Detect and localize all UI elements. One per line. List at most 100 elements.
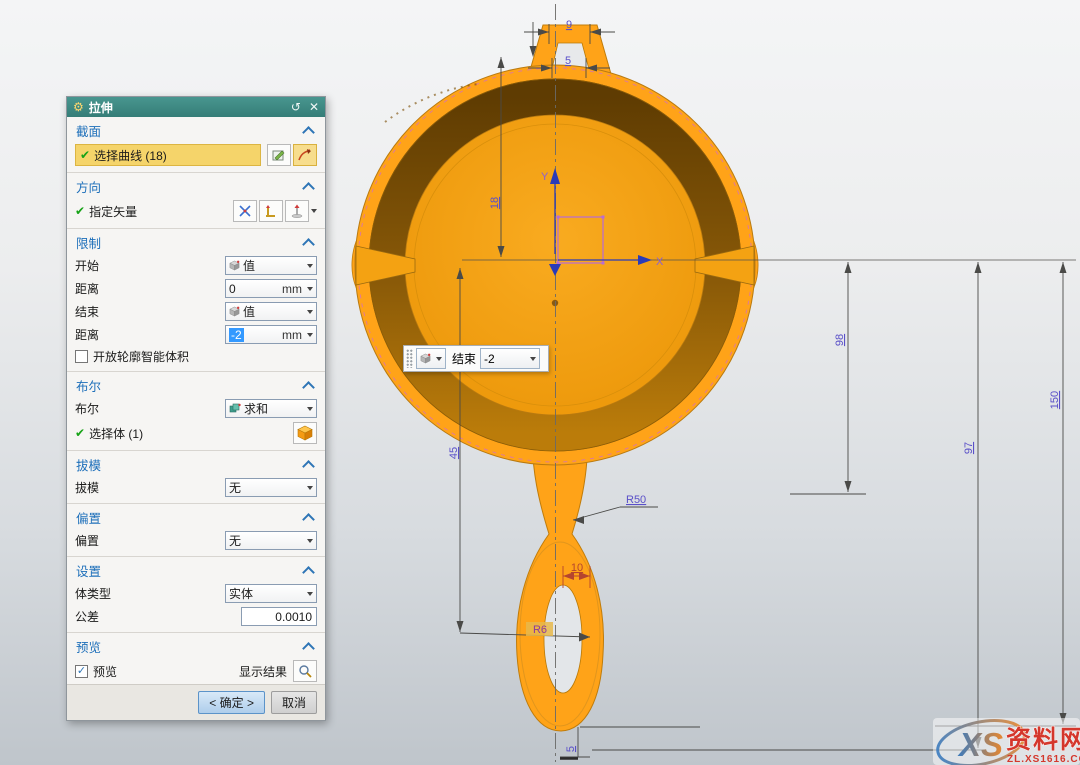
tolerance-value: 0.0010 <box>275 610 312 624</box>
section-header-preview[interactable]: 预览 <box>67 633 325 658</box>
dim-label-97: 97 <box>963 442 975 454</box>
onscreen-mini-toolbar[interactable]: 结束 -2 <box>403 345 549 372</box>
cancel-button[interactable]: 取消 <box>271 691 317 714</box>
select-body-button[interactable] <box>293 422 317 444</box>
cancel-button-label: 取消 <box>282 694 306 711</box>
watermark: XS 资料网 ZL.XS1616.COM <box>933 713 1080 765</box>
preview-label: 预览 <box>93 663 239 680</box>
caret-down-icon <box>307 287 313 291</box>
specify-vector-label: 指定矢量 <box>89 203 231 220</box>
draft-value: 无 <box>229 479 305 496</box>
mini-end-value-dropdown[interactable]: -2 <box>480 348 540 369</box>
caret-down-icon <box>530 357 536 361</box>
section-header-boolean[interactable]: 布尔 <box>67 372 325 397</box>
section-header-settings[interactable]: 设置 <box>67 557 325 582</box>
preview-checkbox[interactable]: ✓ <box>75 665 88 678</box>
section-header-direction[interactable]: 方向 <box>67 173 325 198</box>
tolerance-input[interactable]: 0.0010 <box>241 607 317 626</box>
value-cube-icon <box>420 353 431 364</box>
end-distance-label: 距离 <box>75 326 225 343</box>
pan-handle-hole <box>544 585 582 693</box>
start-distance-input[interactable]: 0 mm <box>225 279 317 298</box>
curve-rule-icon <box>298 148 312 162</box>
y-axis-label: Y <box>541 171 549 183</box>
chevron-up-icon[interactable] <box>302 238 315 251</box>
dim-label-5-bottom: 5 <box>565 746 577 752</box>
chevron-up-icon[interactable] <box>302 460 315 473</box>
dim-label-r6: R6 <box>533 624 547 636</box>
chevron-up-icon[interactable] <box>302 381 315 394</box>
direction-header-label: 方向 <box>76 177 304 196</box>
sketch-icon <box>272 148 286 162</box>
caret-down-icon <box>436 357 442 361</box>
chevron-up-icon[interactable] <box>302 642 315 655</box>
draft-header-label: 拔模 <box>76 455 304 474</box>
dialog-titlebar[interactable]: ⚙ 拉伸 ↺ ✕ <box>67 97 325 117</box>
check-icon: ✔ <box>75 426 85 440</box>
x-axis-label: X <box>656 256 664 268</box>
caret-down-icon[interactable] <box>311 209 317 213</box>
section-header-limits[interactable]: 限制 <box>67 229 325 254</box>
vector-cross-icon <box>238 204 252 218</box>
mini-end-value: -2 <box>484 352 528 366</box>
draft-dropdown[interactable]: 无 <box>225 478 317 497</box>
start-type-value: 值 <box>243 257 305 274</box>
end-type-value: 值 <box>243 303 305 320</box>
chevron-up-icon[interactable] <box>302 513 315 526</box>
show-result-button[interactable] <box>293 660 317 682</box>
vector-constructor-button[interactable] <box>285 200 309 222</box>
watermark-site-name: 资料网 <box>1006 726 1080 754</box>
tolerance-label: 公差 <box>75 608 241 625</box>
dim-label-45: 45 <box>448 447 460 459</box>
end-distance-unit: mm <box>282 328 302 342</box>
end-type-dropdown[interactable]: 值 <box>225 302 317 321</box>
offset-label: 偏置 <box>75 532 225 549</box>
preview-header-label: 预览 <box>76 637 304 656</box>
dim-label-r50: R50 <box>626 494 646 506</box>
body-type-value: 实体 <box>229 585 305 602</box>
end-label: 结束 <box>75 303 225 320</box>
end-distance-input[interactable]: -2 mm <box>225 325 317 344</box>
caret-down-icon <box>307 333 313 337</box>
section-header-draft[interactable]: 拔模 <box>67 451 325 476</box>
start-type-dropdown[interactable]: 值 <box>225 256 317 275</box>
curve-rule-button[interactable] <box>293 144 317 166</box>
close-icon[interactable]: ✕ <box>309 100 319 114</box>
chevron-up-icon[interactable] <box>302 566 315 579</box>
section-header-section[interactable]: 截面 <box>67 117 325 142</box>
ok-button[interactable]: < 确定 > <box>198 691 265 714</box>
drag-handle[interactable] <box>406 349 413 368</box>
pan-solid-body[interactable] <box>352 25 758 731</box>
boolean-dropdown[interactable]: 求和 <box>225 399 317 418</box>
sketch-section-button[interactable] <box>267 144 291 166</box>
value-cube-icon <box>229 260 240 271</box>
vector-dialog-button[interactable] <box>233 200 257 222</box>
ok-button-label: < 确定 > <box>209 694 254 711</box>
caret-down-icon <box>307 539 313 543</box>
limits-header-label: 限制 <box>76 233 304 252</box>
inferred-vector-button[interactable] <box>259 200 283 222</box>
section-header-offset[interactable]: 偏置 <box>67 504 325 529</box>
boolean-label: 布尔 <box>75 400 225 417</box>
dim-label-10: 10 <box>571 562 583 574</box>
start-distance-label: 距离 <box>75 280 225 297</box>
chevron-up-icon[interactable] <box>302 182 315 195</box>
caret-down-icon <box>307 592 313 596</box>
watermark-url: ZL.XS1616.COM <box>1007 754 1080 765</box>
select-curve-field[interactable]: ✔ 选择曲线 (18) <box>75 144 261 166</box>
pan-center-point <box>552 300 558 306</box>
draft-label: 拔模 <box>75 479 225 496</box>
application-window: X Y <box>0 0 1080 765</box>
value-cube-icon <box>229 306 240 317</box>
mini-end-type-dropdown[interactable] <box>416 348 446 369</box>
chevron-up-icon[interactable] <box>302 126 315 139</box>
boolean-header-label: 布尔 <box>76 376 304 395</box>
dialog-footer: < 确定 > 取消 <box>67 684 325 720</box>
offset-dropdown[interactable]: 无 <box>225 531 317 550</box>
caret-down-icon <box>307 264 313 268</box>
reset-icon[interactable]: ↺ <box>291 100 301 114</box>
select-curve-label: 选择曲线 (18) <box>94 147 167 164</box>
open-profile-checkbox[interactable] <box>75 350 88 363</box>
start-distance-value: 0 <box>229 282 282 296</box>
body-type-dropdown[interactable]: 实体 <box>225 584 317 603</box>
